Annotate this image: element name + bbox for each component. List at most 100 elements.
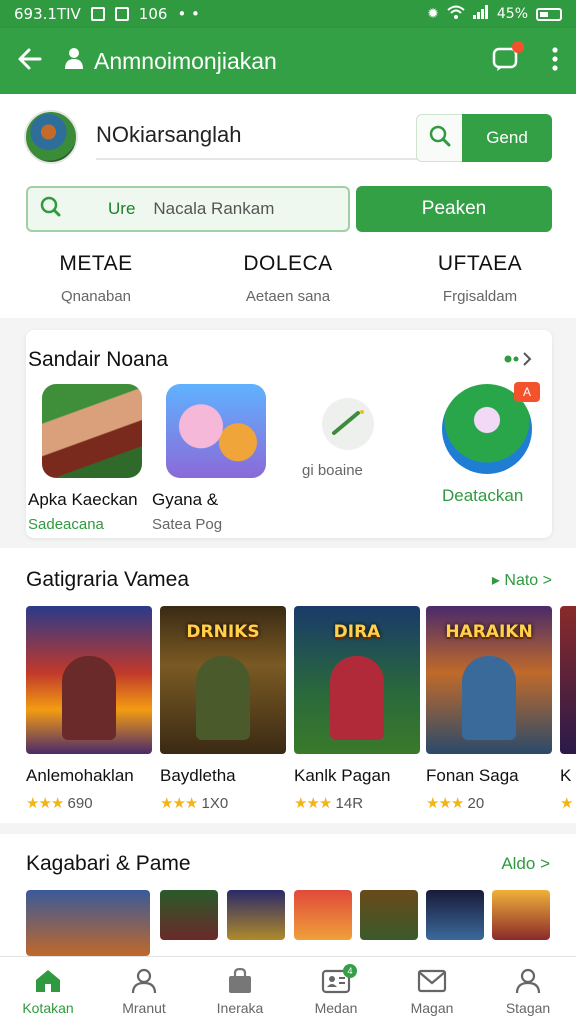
stat-item[interactable]: METAE Qnanaban (0, 252, 192, 305)
app-bar: Anmnoimonjiakan (0, 28, 576, 94)
see-more-label: Aldo (501, 854, 536, 873)
game-card[interactable]: DIRA Kanlk Pagan ★★★ 14R (294, 606, 420, 812)
game-rating: ★★★ 14R (294, 794, 420, 812)
stat-label: Frgisaldam (442, 288, 518, 305)
nav-label: Magan (410, 999, 454, 1016)
wifi-icon (447, 5, 465, 23)
game-name: K (560, 766, 572, 785)
game-icon (42, 384, 142, 478)
see-more-label: Nato (504, 572, 539, 589)
star-icon: ★ (560, 795, 573, 812)
star-icon: ★★★ (26, 795, 64, 812)
more-vert-icon[interactable] (552, 46, 558, 76)
signal-icon (472, 5, 489, 23)
placeholder-icon (322, 398, 374, 450)
page-title: Anmnoimonjiakan (94, 47, 277, 74)
nav-badge: 4 (343, 963, 357, 978)
art-title: DRNIKS (186, 622, 260, 642)
settings-icon: ✹ (427, 6, 439, 22)
nav-label: Medan (314, 999, 358, 1016)
follow-button[interactable]: Gend (462, 114, 552, 162)
profile-panel: NOkiarsanglah Gend Ure Nacala Rankam Pea… (0, 94, 576, 318)
game-rating: ★ (560, 794, 576, 812)
nav-shop[interactable]: Ineraka (192, 957, 288, 1024)
art-title: DIRA (333, 622, 381, 642)
star-icon: ★★★ (294, 795, 332, 812)
search-input[interactable]: Ure Nacala Rankam (26, 186, 350, 232)
nav-mail[interactable]: Magan (384, 957, 480, 1024)
item-name: Deatackan (442, 486, 524, 505)
new-badge: A (514, 382, 540, 402)
character-image (62, 656, 116, 740)
game-thumbnail[interactable] (492, 890, 550, 940)
contact-card-icon: 4 (321, 963, 357, 996)
character-image (462, 656, 516, 740)
nav-people[interactable]: Mranut (96, 957, 192, 1024)
game-name: Fonan Saga (426, 766, 519, 785)
nav-home[interactable]: Kotakan (0, 957, 96, 1024)
game-icon: A (442, 382, 540, 474)
recommended-item[interactable]: A Deatackan (432, 382, 552, 506)
game-card[interactable]: Anlemohaklan ★★★ 690 (26, 606, 152, 812)
games-section: Gatigraria Vamea ▸ Nato > Anlemohaklan ★… (0, 548, 576, 823)
notification-badge (512, 40, 524, 53)
art-title: HARAIKN (445, 622, 533, 642)
rating-count: 14R (335, 795, 364, 812)
game-artwork: HARAIKN (426, 606, 552, 754)
game-thumbnail[interactable] (360, 890, 418, 940)
game-thumbnail[interactable] (26, 890, 150, 956)
stat-item[interactable]: DOLECA Aetaen sana (192, 252, 384, 305)
search-icon (429, 125, 451, 152)
action-button[interactable]: Peaken (356, 186, 552, 232)
page-title-group: Anmnoimonjiakan (64, 47, 277, 75)
game-name: Anlemohaklan (26, 766, 134, 785)
back-icon[interactable] (18, 48, 42, 75)
section-title: Kagabari & Pame (26, 852, 191, 875)
game-rating: ★★★ 20 (426, 794, 552, 812)
nav-label: Ineraka (216, 999, 264, 1016)
nav-contacts[interactable]: 4 Medan (288, 957, 384, 1024)
bottom-navigation: Kotakan Mranut Ineraka 4 Medan Magan Sta… (0, 956, 576, 1024)
game-thumbnail[interactable] (160, 890, 218, 940)
chat-icon[interactable] (492, 40, 524, 76)
stat-item[interactable]: UFTAEA Frgisaldam (384, 252, 576, 305)
game-thumbnail[interactable] (426, 890, 484, 940)
stat-value: UFTAEA (437, 252, 523, 275)
stats-row: METAE Qnanaban DOLECA Aetaen sana UFTAEA… (0, 252, 576, 305)
search-icon (40, 196, 62, 223)
section-title: Sandair Noana (28, 348, 169, 371)
game-card[interactable]: DRNIKS Baydletha ★★★ 1X0 (160, 606, 286, 812)
game-card[interactable]: K ★ (560, 606, 576, 812)
stat-label: Aetaen sana (245, 288, 331, 305)
item-sub: Sadeacana (28, 516, 104, 533)
star-icon: ★★★ (160, 795, 198, 812)
see-more-link[interactable]: ▸ Nato > (492, 570, 552, 590)
game-rating: ★★★ 690 (26, 794, 152, 812)
home-icon (34, 966, 62, 996)
game-thumbnail[interactable] (227, 890, 285, 940)
featured-section: Kagabari & Pame Aldo > (0, 834, 576, 956)
game-artwork (560, 606, 576, 754)
battery-icon (536, 7, 562, 21)
rating-count: 20 (467, 795, 485, 812)
recommended-item[interactable]: gi boaine (302, 384, 422, 479)
recommended-item[interactable]: Apka Kaeckan Sadeacana (28, 384, 148, 533)
game-artwork: DRNIKS (160, 606, 286, 754)
person-icon (64, 47, 84, 75)
game-thumbnail[interactable] (294, 890, 352, 940)
nav-label: Stagan (505, 999, 551, 1016)
avatar[interactable] (24, 110, 78, 164)
search-button[interactable] (416, 114, 462, 162)
recommended-item[interactable]: Gyana & Satea Pog (152, 384, 272, 533)
character-image (196, 656, 250, 740)
nav-profile[interactable]: Stagan (480, 957, 576, 1024)
stat-label: Qnanaban (60, 288, 132, 305)
search-value: Nacala Rankam (153, 199, 275, 218)
bag-icon (226, 966, 254, 996)
game-rating: ★★★ 1X0 (160, 794, 286, 812)
nav-label: Kotakan (22, 999, 74, 1016)
more-icon[interactable] (502, 350, 536, 373)
game-icon (166, 384, 266, 478)
game-card[interactable]: HARAIKN Fonan Saga ★★★ 20 (426, 606, 552, 812)
see-more-link[interactable]: Aldo > (501, 854, 550, 874)
